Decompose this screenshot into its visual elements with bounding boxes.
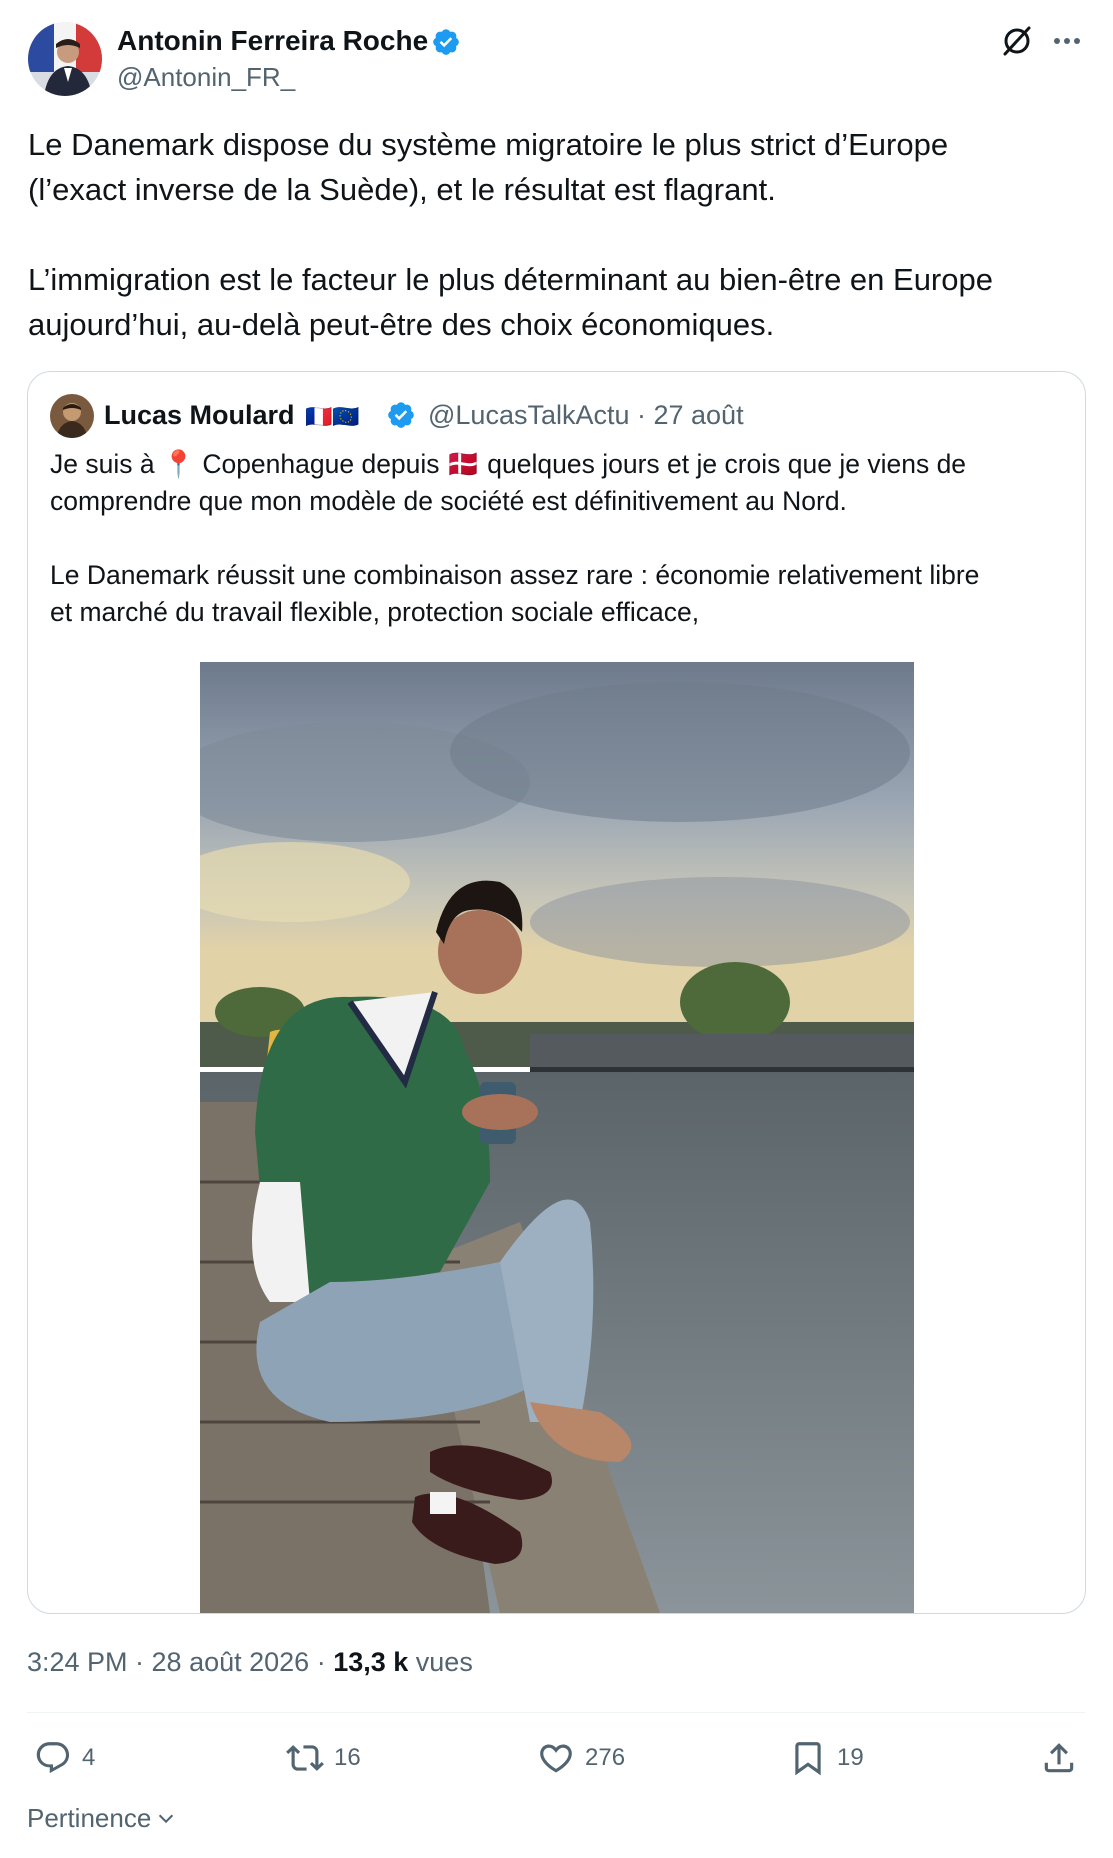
quoted-text-segment: Je suis à	[50, 449, 162, 479]
reply-button[interactable]: 4	[34, 1736, 95, 1780]
repost-button[interactable]: 16	[286, 1736, 361, 1780]
quoted-text-line: Je suis à 📍 Copenhague depuis 🇩🇰 quelque…	[50, 446, 966, 483]
quoted-text-line: comprendre que mon modèle de société est…	[50, 486, 847, 516]
quoted-author-flags: 🇫🇷🇪🇺	[305, 404, 360, 430]
reply-sort-selector[interactable]: Pertinence	[27, 1801, 177, 1835]
views-label: vues	[408, 1647, 473, 1677]
bookmark-count: 19	[837, 1744, 864, 1771]
tweet-text-line: aujourd’hui, au-delà peut-être des choix…	[28, 307, 775, 342]
pin-emoji: 📍	[161, 449, 195, 479]
quoted-author-handle-date[interactable]: @LucasTalkActu · 27 août	[428, 398, 744, 432]
grok-icon[interactable]	[1000, 24, 1034, 58]
verified-badge-icon	[431, 27, 461, 57]
tweet-timestamp[interactable]: 3:24 PM · 28 août 2026 ·	[27, 1647, 333, 1677]
like-count: 276	[585, 1744, 626, 1771]
views-count: 13,3 k	[333, 1647, 409, 1677]
quoted-author-avatar[interactable]	[50, 394, 94, 438]
quoted-text-segment: quelques jours et je crois que je viens …	[479, 449, 967, 479]
repost-count: 16	[334, 1744, 361, 1771]
quoted-text-segment: Copenhague depuis	[194, 449, 447, 479]
tweet-text-line: Le Danemark dispose du système migratoir…	[28, 127, 949, 162]
quoted-tweet-card[interactable]: Lucas Moulard 🇫🇷🇪🇺 @LucasTalkActu · 27 a…	[27, 371, 1086, 1614]
verified-badge-icon	[386, 400, 416, 430]
like-button[interactable]: 276	[537, 1736, 625, 1780]
quoted-text-line: Le Danemark réussit une combinaison asse…	[50, 560, 980, 590]
more-icon[interactable]	[1050, 26, 1084, 56]
quoted-tweet-photo[interactable]	[200, 662, 914, 1613]
reply-count: 4	[82, 1744, 96, 1771]
quoted-text-line: et marché du travail flexible, protectio…	[50, 597, 700, 627]
tweet-text-line: L’immigration est le facteur le plus dét…	[28, 262, 993, 297]
author-avatar[interactable]	[28, 22, 102, 96]
bookmark-icon	[795, 1742, 821, 1776]
tweet-meta: 3:24 PM · 28 août 2026 · 13,3 k vues	[27, 1645, 473, 1679]
flags-text: 🇫🇷🇪🇺	[305, 404, 360, 429]
like-icon	[540, 1744, 572, 1773]
divider	[27, 1712, 1085, 1713]
chevron-down-icon	[159, 1814, 174, 1824]
reply-icon	[36, 1742, 70, 1774]
author-handle[interactable]: @Antonin_FR_	[117, 61, 295, 93]
tweet-text-line: (l’exact inverse de la Suède), et le rés…	[28, 172, 776, 207]
sort-label: Pertinence	[27, 1803, 152, 1833]
quoted-author-name[interactable]: Lucas Moulard	[104, 398, 295, 432]
share-button[interactable]	[1040, 1736, 1078, 1780]
denmark-flag-emoji: 🇩🇰	[446, 449, 480, 479]
share-icon	[1044, 1743, 1074, 1773]
author-name[interactable]: Antonin Ferreira Roche	[117, 24, 428, 58]
bookmark-button[interactable]: 19	[789, 1736, 864, 1780]
repost-icon	[286, 1745, 324, 1771]
